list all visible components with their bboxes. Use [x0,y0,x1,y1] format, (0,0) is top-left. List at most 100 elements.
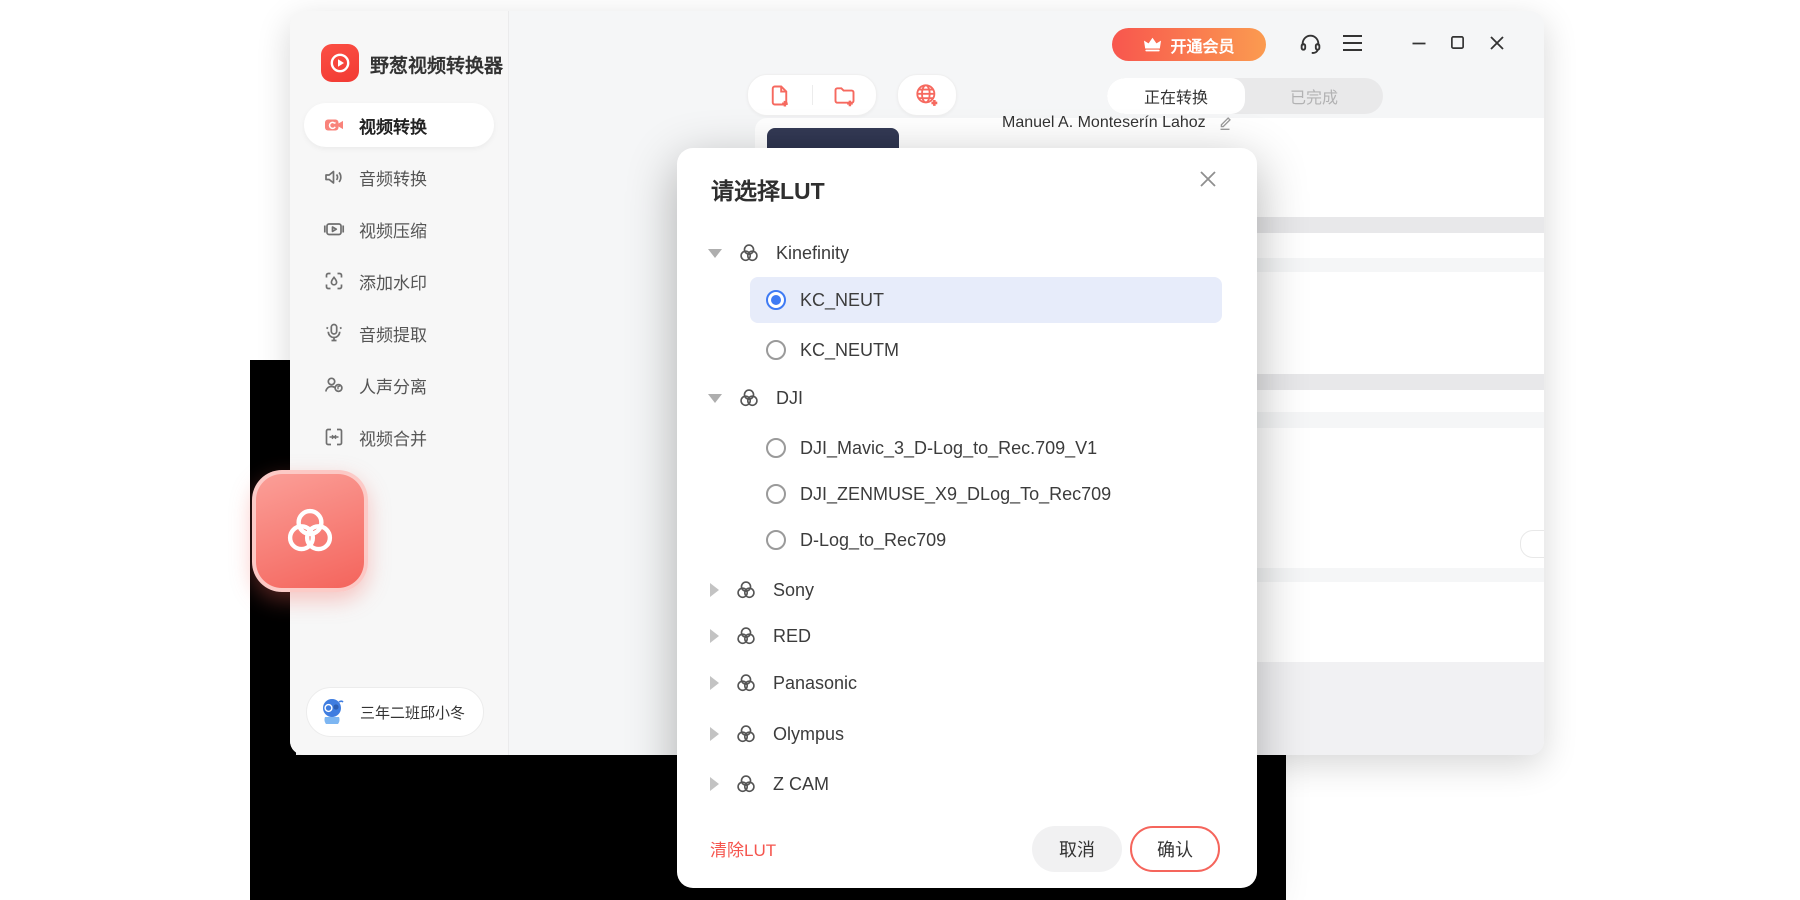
tree-expanded-icon [708,249,722,258]
dialog-confirm-button[interactable]: 确认 [1130,826,1220,872]
lut-option-label: D-Log_to_Rec709 [800,530,946,551]
add-url-globe-icon[interactable] [913,81,941,109]
sidebar-item-add-watermark[interactable]: 添加水印 [304,259,494,303]
clear-lut-link[interactable]: 清除LUT [710,836,776,861]
lut-group-label: Kinefinity [776,243,849,264]
lut-option-label: DJI_Mavic_3_D-Log_to_Rec.709_V1 [800,438,1097,459]
add-url-group [897,74,957,116]
tab-converting[interactable]: 正在转换 [1107,78,1245,114]
sidebar-item-label: 添加水印 [359,269,427,294]
audio-convert-icon [322,165,346,189]
toolbar-divider [812,85,813,105]
status-tabs: 正在转换 已完成 [1107,78,1383,114]
radio-unselected-icon[interactable] [766,438,786,458]
tab-completed[interactable]: 已完成 [1245,78,1383,114]
close-window-button[interactable] [1489,35,1505,51]
radio-unselected-icon[interactable] [766,530,786,550]
add-file-group [747,74,877,116]
user-name: 三年二班邱小冬 [360,702,465,723]
app-title: 野葱视频转换器 [370,51,503,78]
sidebar-item-label: 视频压缩 [359,217,427,242]
radio-unselected-icon[interactable] [766,340,786,360]
video-convert-icon [322,113,346,137]
voice-separate-icon [322,373,346,397]
sidebar-item-label: 人声分离 [359,373,427,398]
video-compress-icon [322,217,346,241]
file-name: Manuel A. Monteserín Lahoz [1002,114,1206,132]
lut-group-kinefinity[interactable]: Kinefinity [708,238,849,268]
file-name-row: Manuel A. Monteserín Lahoz [1002,114,1234,132]
tree-collapsed-icon [710,777,719,791]
tree-collapsed-icon [710,629,719,643]
lut-group-label: DJI [776,388,803,409]
lut-group-label: Z CAM [773,774,829,795]
lut-group-sony[interactable]: Sony [710,575,814,605]
lut-group-label: Olympus [773,724,844,745]
lut-select-dialog: 请选择LUT Kinefinity KC_NEUT KC_NEUTM [677,148,1257,888]
sidebar: 野葱视频转换器 视频转换 音频转换 视频压缩 [290,11,508,755]
menu-hamburger-icon[interactable] [1342,34,1363,52]
tree-collapsed-icon [710,676,719,690]
vip-upgrade-button[interactable]: 开通会员 [1112,28,1266,61]
sidebar-item-video-compress[interactable]: 视频压缩 [304,207,494,251]
lut-option-dlog-rec709[interactable]: D-Log_to_Rec709 [766,525,946,555]
lut-group-zcam[interactable]: Z CAM [710,769,829,799]
lut-option-dji-mavic[interactable]: DJI_Mavic_3_D-Log_to_Rec.709_V1 [766,433,1097,463]
lut-option-kc-neutm[interactable]: KC_NEUTM [766,335,899,365]
dialog-cancel-button[interactable]: 取消 [1032,826,1122,872]
lut-option-label: DJI_ZENMUSE_X9_DLog_To_Rec709 [800,484,1111,505]
lut-tri-circle-icon [279,500,341,562]
lut-option-kc-neut[interactable]: KC_NEUT [766,285,884,315]
lut-group-icon [733,721,759,747]
support-headset-icon[interactable] [1298,31,1323,56]
vip-upgrade-label: 开通会员 [1170,33,1234,57]
sidebar-item-audio-extract[interactable]: 音频提取 [304,311,494,355]
crown-icon [1143,37,1162,52]
sidebar-item-label: 视频转换 [359,113,427,138]
lut-floating-button[interactable] [252,470,368,592]
lut-group-dji[interactable]: DJI [708,383,803,413]
lut-group-icon [736,385,762,411]
lut-option-label: KC_NEUTM [800,340,899,361]
sidebar-item-voice-separate[interactable]: 人声分离 [304,363,494,407]
sidebar-item-label: 视频合并 [359,425,427,450]
user-avatar [313,693,351,731]
dialog-title: 请选择LUT [711,172,825,206]
lut-group-label: RED [773,626,811,647]
lut-group-panasonic[interactable]: Panasonic [710,668,857,698]
edit-filename-icon[interactable] [1216,114,1234,132]
minimize-button[interactable] [1411,35,1427,51]
maximize-button[interactable] [1450,35,1465,50]
tree-collapsed-icon [710,727,719,741]
radio-selected-icon[interactable] [766,290,786,310]
lut-option-dji-zenmuse[interactable]: DJI_ZENMUSE_X9_DLog_To_Rec709 [766,479,1111,509]
tree-collapsed-icon [710,583,719,597]
lut-option-label: KC_NEUT [800,290,884,311]
add-folder-icon[interactable] [831,82,858,109]
user-account[interactable]: 三年二班邱小冬 [306,687,484,737]
add-file-icon[interactable] [766,82,793,109]
lut-group-olympus[interactable]: Olympus [710,719,844,749]
radio-unselected-icon[interactable] [766,484,786,504]
settings-pill[interactable]: 设置 [1520,530,1544,558]
sidebar-item-audio-convert[interactable]: 音频转换 [304,155,494,199]
watermark-icon [322,269,346,293]
lut-group-icon [733,771,759,797]
tree-expanded-icon [708,394,722,403]
lut-group-icon [736,240,762,266]
sidebar-item-label: 音频转换 [359,165,427,190]
sidebar-item-video-merge[interactable]: 视频合并 [304,415,494,459]
lut-group-label: Panasonic [773,673,857,694]
lut-group-icon [733,670,759,696]
screenshot-canvas: 野葱视频转换器 视频转换 音频转换 视频压缩 [0,0,1800,900]
sidebar-item-label: 音频提取 [359,321,427,346]
video-merge-icon [322,425,346,449]
close-dialog-icon[interactable] [1193,164,1223,194]
lut-group-red[interactable]: RED [710,621,811,651]
lut-group-icon [733,577,759,603]
lut-group-icon [733,623,759,649]
lut-group-label: Sony [773,580,814,601]
app-logo-icon [321,44,359,82]
sidebar-item-video-convert[interactable]: 视频转换 [304,103,494,147]
microphone-icon [322,321,346,345]
